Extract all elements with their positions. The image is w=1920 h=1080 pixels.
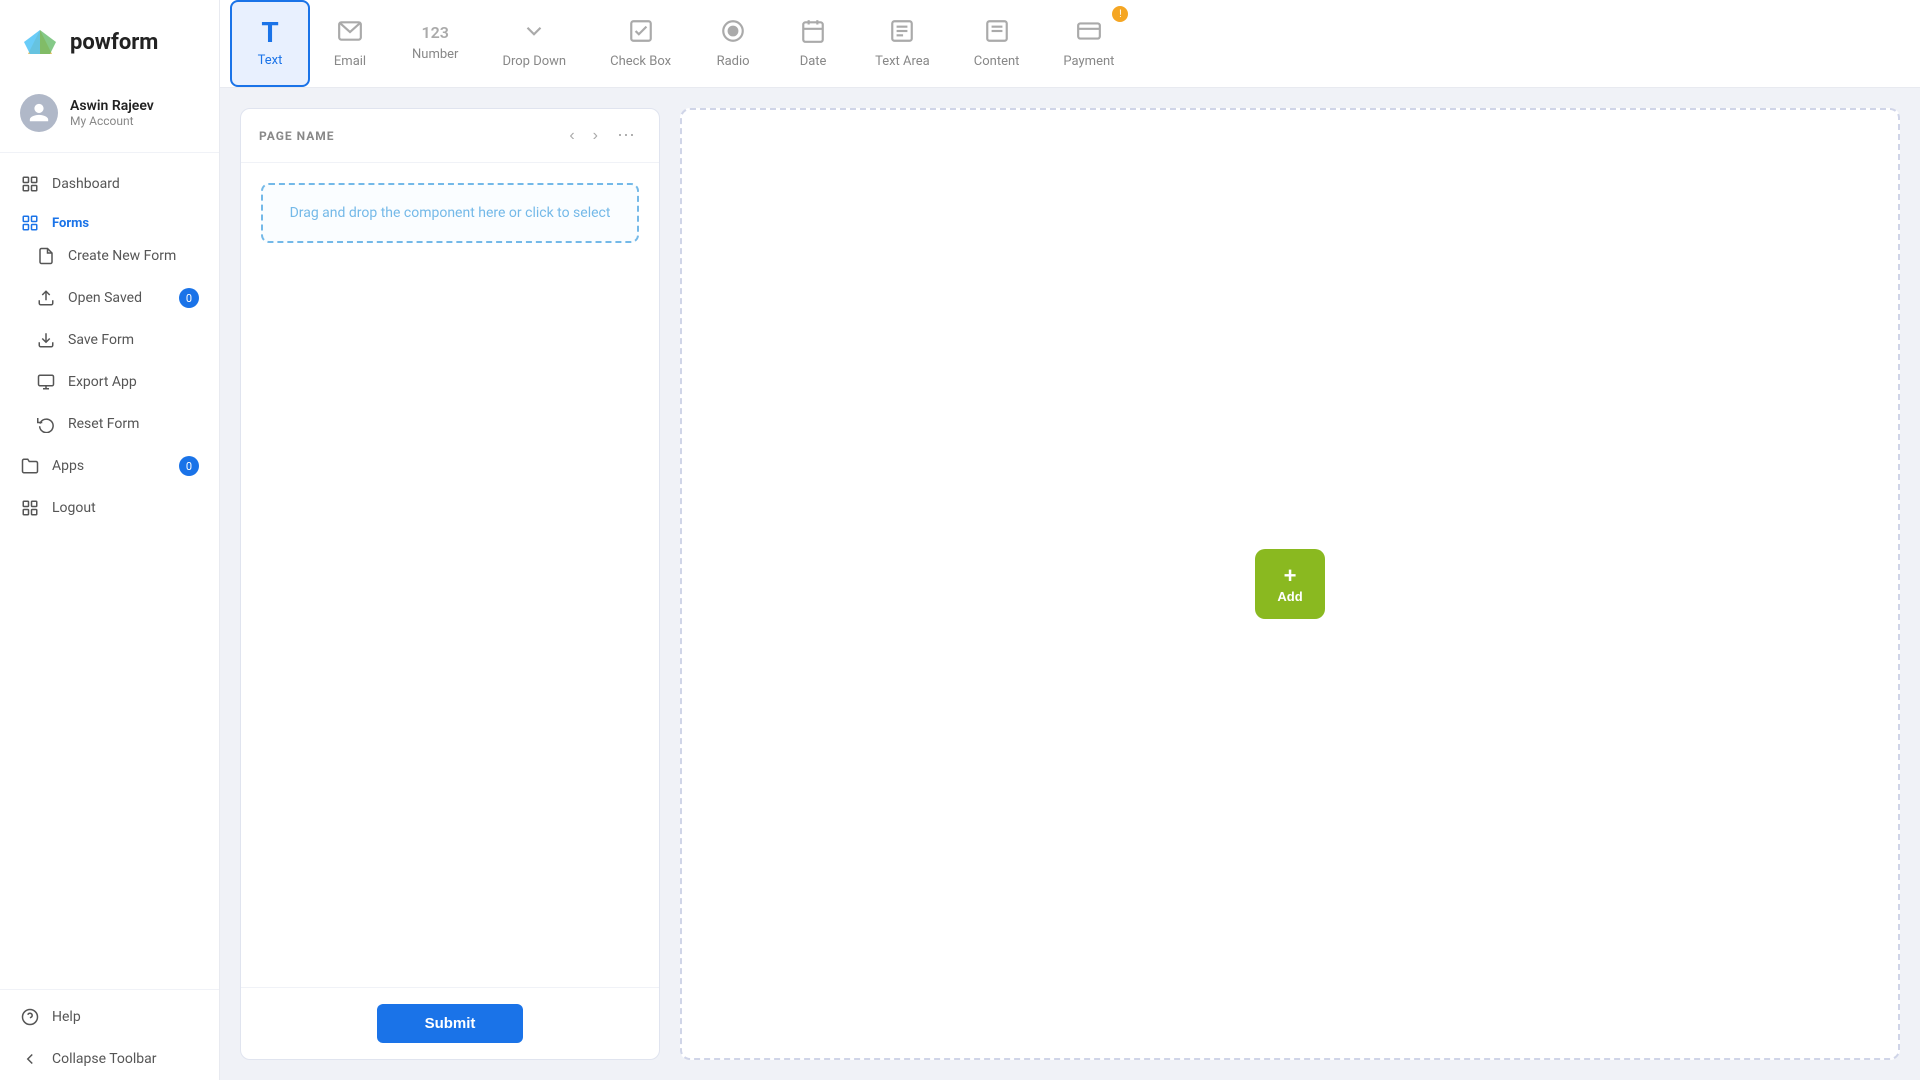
text-tool-icon: T: [261, 19, 278, 47]
help-label: Help: [52, 1009, 81, 1025]
apps-icon: [20, 456, 40, 476]
sidebar: powform Aswin Rajeev My Account Dashboar…: [0, 0, 220, 1080]
payment-tool-icon: [1076, 18, 1102, 48]
sidebar-bottom: Help Collapse Toolbar: [0, 989, 219, 1080]
sidebar-item-create-new-form[interactable]: Create New Form: [0, 235, 219, 277]
collapse-icon: [20, 1049, 40, 1069]
sidebar-item-logout[interactable]: Logout: [0, 487, 219, 529]
save-form-label: Save Form: [68, 332, 134, 348]
content-tool-label: Content: [974, 54, 1020, 69]
add-plus-icon: +: [1284, 565, 1297, 587]
forms-label: Forms: [52, 216, 89, 231]
add-label: Add: [1277, 589, 1302, 604]
user-sub: My Account: [70, 114, 154, 128]
collapse-toolbar-label: Collapse Toolbar: [52, 1051, 157, 1067]
drop-zone-text: Drag and drop the component here or clic…: [290, 205, 611, 221]
logout-label: Logout: [52, 500, 96, 516]
sidebar-item-help[interactable]: Help: [0, 996, 219, 1038]
user-info: Aswin Rajeev My Account: [70, 98, 154, 128]
forms-icon: [20, 213, 40, 233]
content-tool-icon: [984, 18, 1010, 48]
open-saved-badge: 0: [179, 288, 199, 308]
sidebar-item-export-app[interactable]: Export App: [0, 361, 219, 403]
form-panel-footer: Submit: [241, 987, 659, 1059]
toolbar-item-dropdown[interactable]: Drop Down: [480, 0, 588, 87]
content-area: PAGE NAME ‹ › ⋯ Drag and drop the compon…: [220, 88, 1920, 1080]
dropdown-tool-label: Drop Down: [502, 54, 566, 69]
logout-icon: [20, 498, 40, 518]
toolbar-item-radio[interactable]: Radio: [693, 0, 773, 87]
textarea-tool-icon: [889, 18, 915, 48]
checkbox-tool-label: Check Box: [610, 54, 671, 69]
dashboard-label: Dashboard: [52, 176, 120, 192]
text-tool-label: Text: [258, 53, 283, 68]
sidebar-item-open-saved[interactable]: Open Saved 0: [0, 277, 219, 319]
reset-form-label: Reset Form: [68, 416, 139, 432]
help-icon: [20, 1007, 40, 1027]
new-form-icon: [36, 246, 56, 266]
dropdown-tool-icon: [521, 18, 547, 48]
toolbar-item-text[interactable]: T Text: [230, 0, 310, 87]
toolbar-item-email[interactable]: Email: [310, 0, 390, 87]
sidebar-nav: Dashboard Forms Create New Form Open Sav…: [0, 163, 219, 989]
date-tool-icon: [800, 18, 826, 48]
open-saved-label: Open Saved: [68, 290, 142, 306]
toolbar-item-checkbox[interactable]: Check Box: [588, 0, 693, 87]
export-app-label: Export App: [68, 374, 137, 390]
number-tool-label: Number: [412, 47, 458, 62]
toolbar-item-date[interactable]: Date: [773, 0, 853, 87]
payment-tool-label: Payment: [1063, 54, 1114, 69]
form-panel-body: Drag and drop the component here or clic…: [241, 163, 659, 987]
reset-icon: [36, 414, 56, 434]
textarea-tool-label: Text Area: [875, 54, 930, 69]
user-section: Aswin Rajeev My Account: [0, 84, 219, 153]
dashboard-icon: [20, 174, 40, 194]
sidebar-item-dashboard[interactable]: Dashboard: [0, 163, 219, 205]
form-panel: PAGE NAME ‹ › ⋯ Drag and drop the compon…: [240, 108, 660, 1060]
sidebar-item-collapse-toolbar[interactable]: Collapse Toolbar: [0, 1038, 219, 1080]
logo-icon: [20, 22, 60, 62]
payment-badge: !: [1112, 6, 1128, 22]
submit-button[interactable]: Submit: [377, 1004, 524, 1043]
date-tool-label: Date: [800, 54, 827, 69]
radio-tool-icon: [720, 18, 746, 48]
sidebar-item-forms[interactable]: Forms: [0, 205, 219, 235]
add-button[interactable]: + Add: [1255, 549, 1325, 619]
sidebar-item-reset-form[interactable]: Reset Form: [0, 403, 219, 445]
page-name-label: PAGE NAME: [259, 129, 556, 143]
save-icon: [36, 330, 56, 350]
logo: powform: [0, 0, 219, 84]
main-area: T Text Email 123 Number Drop Down: [220, 0, 1920, 1080]
apps-label: Apps: [52, 458, 84, 474]
export-icon: [36, 372, 56, 392]
toolbar-item-content[interactable]: Content: [952, 0, 1042, 87]
next-page-button[interactable]: ›: [588, 125, 603, 147]
drop-zone[interactable]: Drag and drop the component here or clic…: [261, 183, 639, 243]
create-new-form-label: Create New Form: [68, 248, 176, 264]
toolbar: T Text Email 123 Number Drop Down: [220, 0, 1920, 88]
user-name: Aswin Rajeev: [70, 98, 154, 114]
form-panel-header: PAGE NAME ‹ › ⋯: [241, 109, 659, 163]
sidebar-item-save-form[interactable]: Save Form: [0, 319, 219, 361]
toolbar-item-textarea[interactable]: Text Area: [853, 0, 952, 87]
avatar: [20, 94, 58, 132]
toolbar-item-payment[interactable]: Payment !: [1041, 0, 1136, 87]
checkbox-tool-icon: [628, 18, 654, 48]
logo-text: powform: [70, 30, 158, 55]
email-tool-label: Email: [334, 54, 366, 69]
toolbar-item-number[interactable]: 123 Number: [390, 0, 480, 87]
radio-tool-label: Radio: [717, 54, 750, 69]
page-options-button[interactable]: ⋯: [611, 123, 641, 148]
apps-badge: 0: [179, 456, 199, 476]
email-tool-icon: [337, 18, 363, 48]
number-tool-icon: 123: [422, 25, 449, 41]
right-panel: + Add: [680, 108, 1900, 1060]
sidebar-item-apps[interactable]: Apps 0: [0, 445, 219, 487]
prev-page-button[interactable]: ‹: [564, 125, 579, 147]
open-saved-icon: [36, 288, 56, 308]
